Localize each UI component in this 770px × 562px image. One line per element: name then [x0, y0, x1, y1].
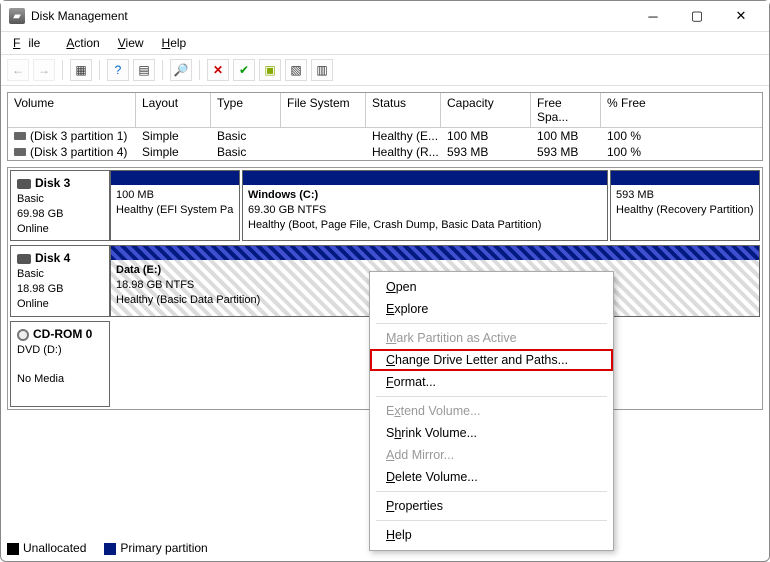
ctx-open[interactable]: Open	[370, 276, 613, 298]
ctx-delete-volume[interactable]: Delete Volume...	[370, 466, 613, 488]
menu-separator	[376, 491, 607, 492]
legend: Unallocated Primary partition	[7, 541, 208, 555]
back-button[interactable]: ←	[7, 59, 29, 81]
disk-row-3: Disk 3 Basic 69.98 GB Online 100 MB Heal…	[10, 170, 760, 241]
context-menu: Open Explore Mark Partition as Active Ch…	[369, 271, 614, 551]
disk-3-partition-3[interactable]: 593 MB Healthy (Recovery Partition)	[610, 170, 760, 241]
new-volume-button[interactable]: ▣	[259, 59, 281, 81]
ctx-properties[interactable]: Properties	[370, 495, 613, 517]
table-header[interactable]: Volume Layout Type File System Status Ca…	[8, 93, 762, 128]
partition-bar	[611, 171, 759, 185]
close-button[interactable]: ✕	[719, 2, 763, 30]
window-title: Disk Management	[31, 9, 631, 23]
help-icon[interactable]: ?	[107, 59, 129, 81]
col-layout[interactable]: Layout	[136, 93, 211, 127]
col-status[interactable]: Status	[366, 93, 441, 127]
volume-icon	[14, 132, 26, 140]
disk-3-info[interactable]: Disk 3 Basic 69.98 GB Online	[10, 170, 110, 241]
properties-button[interactable]: ▤	[133, 59, 155, 81]
check-icon[interactable]: ✔	[233, 59, 255, 81]
partition-bar	[243, 171, 607, 185]
col-type[interactable]: Type	[211, 93, 281, 127]
col-free[interactable]: Free Spa...	[531, 93, 601, 127]
menu-view[interactable]: View	[110, 34, 152, 52]
toolbar-separator	[162, 60, 163, 80]
hdd-icon	[17, 254, 31, 264]
ctx-add-mirror: Add Mirror...	[370, 444, 613, 466]
table-row[interactable]: (Disk 3 partition 1) Simple Basic Health…	[8, 128, 762, 144]
toolbar-separator	[99, 60, 100, 80]
other-button[interactable]: ▥	[311, 59, 333, 81]
menu-separator	[376, 323, 607, 324]
minimize-button[interactable]: ─	[631, 2, 675, 30]
volume-table: Volume Layout Type File System Status Ca…	[7, 92, 763, 161]
menu-help[interactable]: Help	[154, 34, 195, 52]
menubar: File Action View Help	[1, 31, 769, 55]
table-row[interactable]: (Disk 3 partition 4) Simple Basic Health…	[8, 144, 762, 160]
disk-4-info[interactable]: Disk 4 Basic 18.98 GB Online	[10, 245, 110, 316]
ctx-change-drive-letter[interactable]: Change Drive Letter and Paths...	[370, 349, 613, 371]
forward-button[interactable]: →	[33, 59, 55, 81]
disk-3-partition-2[interactable]: Windows (C:) 69.30 GB NTFS Healthy (Boot…	[242, 170, 608, 241]
menu-action[interactable]: Action	[58, 34, 107, 52]
new-partition-button[interactable]: ▧	[285, 59, 307, 81]
toolbar: ← → ▦ ? ▤ 🔎 ✕ ✔ ▣ ▧ ▥	[1, 55, 769, 86]
col-volume[interactable]: Volume	[8, 93, 136, 127]
partition-bar	[111, 246, 759, 260]
menu-separator	[376, 396, 607, 397]
disk-3-partition-1[interactable]: 100 MB Healthy (EFI System Pa	[110, 170, 240, 241]
legend-swatch-unallocated	[7, 543, 19, 555]
scan-button[interactable]: 🔎	[170, 59, 192, 81]
hdd-icon	[17, 179, 31, 189]
legend-swatch-primary	[104, 543, 116, 555]
menu-file[interactable]: File	[5, 34, 56, 52]
maximize-button[interactable]: ▢	[675, 2, 719, 30]
toolbar-separator	[62, 60, 63, 80]
ctx-extend-volume: Extend Volume...	[370, 400, 613, 422]
grid-button[interactable]: ▦	[70, 59, 92, 81]
volume-icon	[14, 148, 26, 156]
menu-separator	[376, 520, 607, 521]
ctx-explore[interactable]: Explore	[370, 298, 613, 320]
ctx-format[interactable]: Format...	[370, 371, 613, 393]
cdrom-info[interactable]: CD-ROM 0 DVD (D:) No Media	[10, 321, 110, 407]
col-filesystem[interactable]: File System	[281, 93, 366, 127]
toolbar-separator	[199, 60, 200, 80]
col-pfree[interactable]: % Free	[601, 93, 751, 127]
col-capacity[interactable]: Capacity	[441, 93, 531, 127]
ctx-mark-active: Mark Partition as Active	[370, 327, 613, 349]
ctx-shrink-volume[interactable]: Shrink Volume...	[370, 422, 613, 444]
app-icon: ▰	[9, 8, 25, 24]
cdrom-icon	[17, 329, 29, 341]
partition-bar	[111, 171, 239, 185]
delete-icon[interactable]: ✕	[207, 59, 229, 81]
ctx-help[interactable]: Help	[370, 524, 613, 546]
